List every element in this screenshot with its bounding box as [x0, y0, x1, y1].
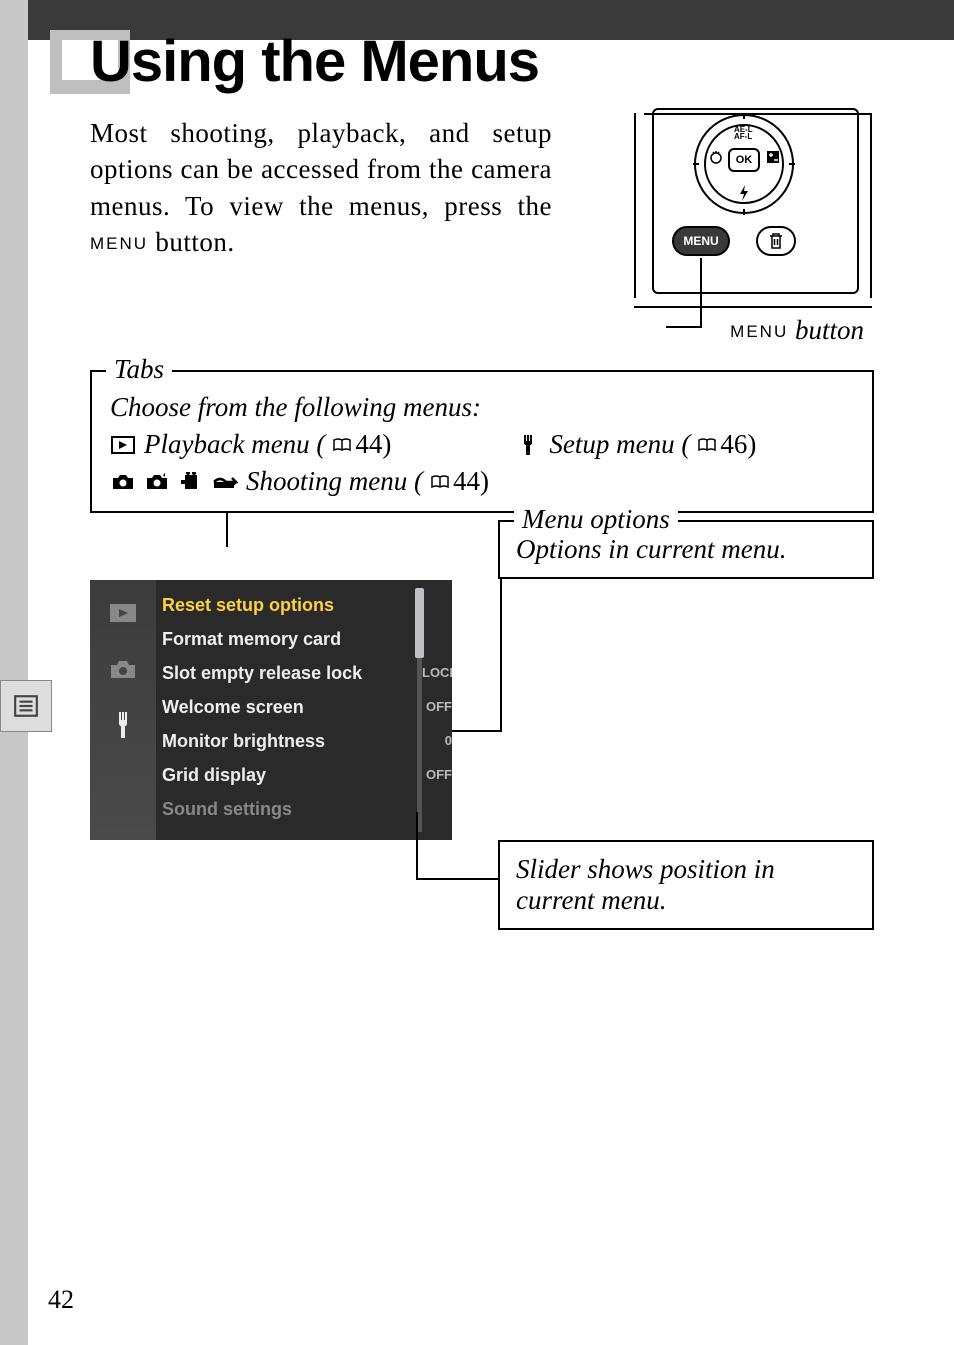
manual-page: Using the Menus Most shooting, playback,… — [0, 0, 954, 1345]
page-ref-icon — [333, 438, 351, 452]
intro-tail: button. — [148, 227, 235, 257]
menu-word-caption: MENU — [730, 322, 788, 341]
motion-icon — [212, 472, 238, 492]
shooting-label: Shooting menu ( — [246, 466, 423, 497]
lcd-row: Sound settings — [162, 792, 412, 826]
lcd-tab-sidebar — [90, 580, 156, 840]
ok-button: OK — [728, 148, 760, 172]
slider-text: Slider shows position in current menu. — [516, 854, 856, 916]
setup-page: 46) — [720, 429, 756, 460]
tabs-callout: Tabs Choose from the following menus: Pl… — [90, 370, 874, 513]
tabs-lead: Choose from the following menus: — [110, 392, 854, 423]
lcd-value-column: LOCK OFF 0 OFF — [426, 580, 452, 840]
playback-page: 44) — [355, 429, 391, 460]
list-icon — [13, 693, 39, 719]
intro-paragraph: Most shooting, playback, and setup optio… — [90, 115, 552, 261]
camera-icon — [110, 472, 136, 492]
intro-text: Most shooting, playback, and setup optio… — [90, 118, 552, 221]
menu-word-inline: MENU — [90, 234, 148, 253]
ael-afl-label: AE-LAF-L — [734, 126, 753, 140]
playback-icon — [110, 435, 136, 455]
advanced-camera-icon — [144, 472, 170, 492]
lcd-row: Welcome screen — [162, 690, 412, 724]
delete-button — [756, 226, 796, 256]
playback-menu-item: Playback menu ( 44) — [110, 429, 391, 460]
page-ref-icon — [698, 438, 716, 452]
shooting-menu-item: Shooting menu ( 44) — [110, 466, 489, 497]
lcd-playback-tab-icon — [105, 598, 141, 628]
options-legend: Menu options — [514, 504, 678, 535]
lcd-scrollbar-thumb — [415, 588, 424, 658]
side-tab-icon — [0, 680, 52, 732]
menu-button: MENU — [672, 226, 730, 256]
lcd-menu-list: Reset setup options Format memory card S… — [162, 588, 412, 840]
tabs-legend: Tabs — [106, 354, 172, 385]
flash-icon — [738, 185, 750, 201]
shooting-page: 44) — [453, 466, 489, 497]
lcd-row: Grid display — [162, 758, 412, 792]
menu-button-caption: MENU button — [730, 315, 864, 346]
camera-diagram: AE-LAF-L OK MENU — [634, 108, 874, 308]
lcd-row: Format memory card — [162, 622, 412, 656]
trash-icon — [768, 232, 784, 250]
menu-button-caption-tail: button — [788, 315, 864, 345]
lcd-row: Monitor brightness — [162, 724, 412, 758]
self-timer-icon — [709, 150, 723, 164]
multi-selector-dial: AE-LAF-L OK — [694, 114, 794, 214]
menu-options-callout: Menu options Options in current menu. — [498, 520, 874, 579]
page-title: Using the Menus — [90, 28, 539, 95]
lcd-shooting-tab-icon — [105, 654, 141, 684]
options-text: Options in current menu. — [516, 534, 856, 565]
movie-icon — [178, 472, 204, 492]
setup-icon — [515, 435, 541, 455]
camera-lcd-screenshot: Reset setup options Format memory card S… — [90, 580, 452, 840]
page-ref-icon — [431, 475, 449, 489]
page-number: 42 — [48, 1285, 74, 1315]
left-margin-strip — [0, 0, 28, 1345]
slider-callout: Slider shows position in current menu. — [498, 840, 874, 930]
setup-label: Setup menu ( — [549, 429, 690, 460]
playback-label: Playback menu ( — [144, 429, 325, 460]
exposure-comp-icon — [766, 150, 780, 164]
setup-menu-item: Setup menu ( 46) — [515, 429, 756, 460]
lcd-setup-tab-icon — [105, 710, 141, 740]
lcd-row: Slot empty release lock — [162, 656, 412, 690]
lcd-row: Reset setup options — [162, 588, 412, 622]
